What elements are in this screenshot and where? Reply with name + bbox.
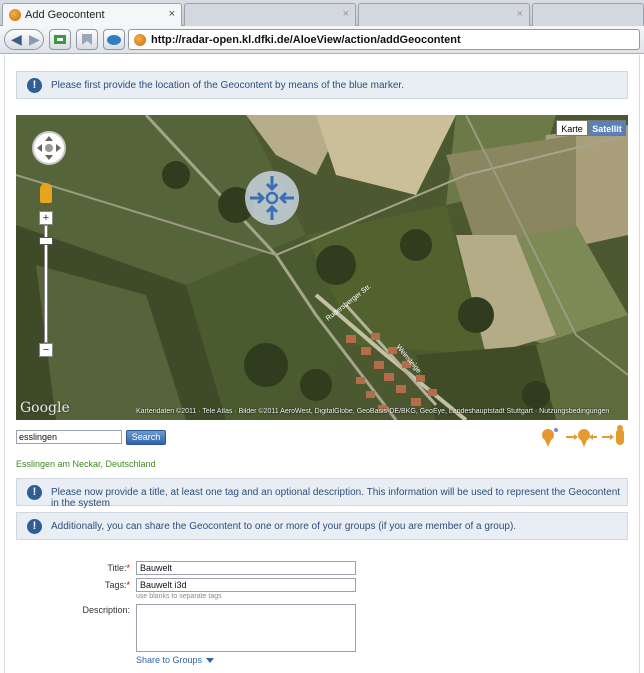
- mail-button[interactable]: [103, 29, 125, 50]
- close-tab-icon[interactable]: ×: [517, 8, 523, 20]
- move-pin-icon[interactable]: [566, 429, 597, 447]
- home-button[interactable]: [49, 29, 71, 50]
- close-tab-icon[interactable]: ×: [169, 8, 175, 20]
- required-marker: *: [126, 580, 130, 590]
- google-logo: Google: [20, 400, 70, 416]
- drop-pin-icon[interactable]: [542, 428, 558, 447]
- title-label: Title:*: [107, 563, 130, 573]
- tab-title: Add Geocontent: [25, 9, 105, 21]
- info-icon: !: [27, 485, 42, 500]
- site-favicon-icon: [9, 9, 21, 21]
- page-content: ! Please first provide the location of t…: [0, 55, 644, 673]
- notice-text: Please first provide the location of the…: [51, 80, 404, 91]
- chevron-down-icon: [206, 658, 215, 664]
- share-label[interactable]: Share to Groups: [136, 655, 202, 665]
- title-field[interactable]: Bauwelt: [136, 561, 356, 575]
- browser-window: Add Geocontent × × × ◀ ▶ http://radar-op…: [0, 0, 644, 673]
- pan-control[interactable]: [32, 131, 66, 165]
- notice-text: Additionally, you can share the Geoconte…: [51, 521, 517, 532]
- tab-3[interactable]: ×: [358, 3, 530, 26]
- description-label: Description:: [82, 605, 130, 615]
- forward-arrow-icon[interactable]: ▶: [29, 31, 40, 48]
- mail-icon: [107, 35, 121, 45]
- tab-add-geocontent[interactable]: Add Geocontent ×: [2, 3, 182, 26]
- tab-bar: Add Geocontent × × ×: [0, 0, 644, 26]
- back-forward-button[interactable]: ◀ ▶: [4, 29, 44, 50]
- map-attribution[interactable]: Kartendaten ©2011 · Tele Atlas · Bilder …: [136, 408, 628, 415]
- required-marker: *: [126, 563, 130, 573]
- marker-tools[interactable]: [538, 425, 630, 451]
- back-arrow-icon[interactable]: ◀: [11, 31, 22, 48]
- description-textarea[interactable]: [136, 604, 356, 652]
- tags-field[interactable]: Bauwelt i3d: [136, 578, 356, 592]
- tags-hint: use blanks to separate tags: [136, 593, 222, 600]
- navigation-toolbar: ◀ ▶ http://radar-open.kl.dfki.de/AloeVie…: [0, 26, 644, 54]
- street-view-pegman-icon[interactable]: [40, 183, 52, 203]
- zoom-in-button[interactable]: +: [39, 211, 53, 225]
- zoom-out-button[interactable]: −: [39, 343, 53, 357]
- tab-2[interactable]: ×: [184, 3, 356, 26]
- tab-4[interactable]: [532, 3, 644, 26]
- map-type-karte-button[interactable]: Karte: [556, 120, 588, 136]
- home-icon: [54, 35, 66, 44]
- tags-label: Tags:*: [104, 580, 130, 590]
- zoom-slider-handle[interactable]: [39, 237, 53, 245]
- info-icon: !: [27, 519, 42, 534]
- search-button[interactable]: Search: [126, 430, 166, 445]
- close-tab-icon[interactable]: ×: [343, 8, 349, 20]
- search-result-link[interactable]: Esslingen am Neckar, Deutschland: [16, 459, 156, 469]
- url-text[interactable]: http://radar-open.kl.dfki.de/AloeView/ac…: [151, 34, 461, 46]
- pan-arrows-icon: [37, 136, 61, 160]
- address-bar[interactable]: http://radar-open.kl.dfki.de/AloeView/ac…: [128, 29, 640, 50]
- street-view-pin-icon[interactable]: [602, 425, 624, 445]
- info-icon: !: [27, 78, 42, 93]
- bookmarks-button[interactable]: [76, 29, 98, 50]
- notice-marker: ! Please first provide the location of t…: [16, 71, 628, 99]
- satellite-imagery[interactable]: Rudersberger Str. Weinsteige: [16, 115, 628, 420]
- notice-text: Please now provide a title, at least one…: [51, 487, 621, 509]
- share-to-groups-toggle[interactable]: Share to Groups: [136, 655, 215, 665]
- notice-groups: ! Additionally, you can share the Geocon…: [16, 512, 628, 540]
- location-search-input[interactable]: esslingen: [16, 430, 122, 444]
- site-favicon-icon: [134, 34, 146, 46]
- map-view[interactable]: Rudersberger Str. Weinsteige Karte Satel…: [16, 115, 628, 420]
- bookmark-icon: [82, 34, 92, 45]
- map-type-satellite-button[interactable]: Satellit: [588, 120, 626, 136]
- notice-details: ! Please now provide a title, at least o…: [16, 478, 628, 509]
- location-marker-icon[interactable]: [244, 170, 300, 226]
